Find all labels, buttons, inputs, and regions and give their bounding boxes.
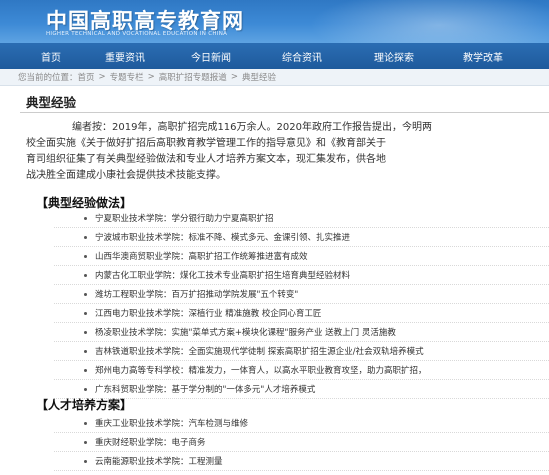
bullet-icon xyxy=(84,368,87,372)
bullet-icon xyxy=(84,235,87,239)
list-item-link[interactable]: 杨凌职业技术学院：实施"菜单式方案+模块化课程"服务产业 送教上门 灵活施教 xyxy=(95,326,396,338)
list-item-link[interactable]: 宁夏职业技术学院：学分银行助力宁夏高职扩招 xyxy=(95,212,274,224)
editor-note-line: 编者按：2019年，高职扩招完成116万余人。2020年政府工作报告提出，今明两 xyxy=(72,122,432,133)
list-item-link[interactable]: 宁波城市职业技术学院：标准不降、模式多元、金课引领、扎实推进 xyxy=(95,231,350,243)
bullet-icon xyxy=(84,440,87,444)
list-item-link[interactable]: 内蒙古化工职业学院：煤化工技术专业高职扩招生培育典型经验材料 xyxy=(95,269,350,281)
site-logo-subtitle: HIGHER TECHNICAL AND VOCATIONAL EDUCATIO… xyxy=(46,31,228,37)
list-item[interactable]: 郑州电力高等专科学校：精准发力，一体育人，以高水平职业教育攻坚，助力高职扩招， xyxy=(54,361,549,380)
breadcrumb-expansion-reports[interactable]: 高职扩招专题报道 xyxy=(159,71,227,83)
list-item[interactable]: 杨凌职业技术学院：实施"菜单式方案+模块化课程"服务产业 送教上门 灵活施教 xyxy=(54,323,549,342)
list-item[interactable]: 吉林铁道职业技术学院：全面实施现代学徒制 探索高职扩招生源企业/社会双轨培养模式 xyxy=(54,342,549,361)
editor-note-line: 校全面实施《关于做好扩招后高职教育教学管理工作的指导意见》和《教育部关于 xyxy=(26,138,386,149)
breadcrumb-typical-experience[interactable]: 典型经验 xyxy=(242,71,276,83)
editor-note: 编者按：2019年，高职扩招完成116万余人。2020年政府工作报告提出，今明两… xyxy=(26,120,549,184)
nav-item-home[interactable]: 首页 xyxy=(41,43,61,69)
nav-item-theory[interactable]: 理论探索 xyxy=(374,43,414,69)
bullet-icon xyxy=(84,311,87,315)
nav-item-important-news[interactable]: 重要资讯 xyxy=(105,43,145,69)
banner-glow xyxy=(309,0,549,43)
editor-note-line: 战决胜全面建成小康社会提供技术技能支撑。 xyxy=(26,170,226,181)
list-item-link[interactable]: 江西电力职业技术学院：深植行业 精准施教 校企同心育工匠 xyxy=(95,307,321,319)
breadcrumb-separator: > xyxy=(147,72,155,82)
list-item-link[interactable]: 云南能源职业技术学院：工程测量 xyxy=(95,455,223,467)
typical-practices-list: 宁夏职业技术学院：学分银行助力宁夏高职扩招 宁波城市职业技术学院：标准不降、模式… xyxy=(54,209,549,399)
site-banner: 中国高职高专教育网 HIGHER TECHNICAL AND VOCATIONA… xyxy=(0,0,549,43)
main-nav: 首页 重要资讯 今日新闻 综合资讯 理论探索 教学改革 xyxy=(0,43,549,69)
breadcrumb-prefix: 您当前的位置： xyxy=(18,73,78,83)
list-item-link[interactable]: 吉林铁道职业技术学院：全面实施现代学徒制 探索高职扩招生源企业/社会双轨培养模式 xyxy=(95,345,424,357)
list-item[interactable]: 江西电力职业技术学院：深植行业 精准施教 校企同心育工匠 xyxy=(54,304,549,323)
bullet-icon xyxy=(84,459,87,463)
nav-item-teaching-reform[interactable]: 教学改革 xyxy=(463,43,503,69)
breadcrumb-separator: > xyxy=(230,72,238,82)
nav-item-today-news[interactable]: 今日新闻 xyxy=(191,43,231,69)
bullet-icon xyxy=(84,273,87,277)
breadcrumb: 您当前的位置： 首页 > 专题专栏 > 高职扩招专题报道 > 典型经验 xyxy=(0,69,549,86)
list-item-link[interactable]: 重庆工业职业技术学院：汽车检测与维修 xyxy=(95,417,248,429)
list-item[interactable]: 宁波城市职业技术学院：标准不降、模式多元、金课引领、扎实推进 xyxy=(54,228,549,247)
breadcrumb-home[interactable]: 首页 xyxy=(78,71,95,83)
list-item-link[interactable]: 重庆财经职业学院：电子商务 xyxy=(95,436,206,448)
list-item[interactable]: 重庆财经职业学院：电子商务 xyxy=(54,433,549,452)
list-item[interactable]: 内蒙古化工职业学院：煤化工技术专业高职扩招生培育典型经验材料 xyxy=(54,266,549,285)
list-item[interactable]: 重庆工业职业技术学院：汽车检测与维修 xyxy=(54,414,549,433)
bullet-icon xyxy=(84,421,87,425)
list-item[interactable]: 潍坊工程职业学院：百万扩招推动学院发展"五个转变" xyxy=(54,285,549,304)
list-item-link[interactable]: 山西华澳商贸职业学院：高职扩招工作统筹推进富有成效 xyxy=(95,250,308,262)
list-item[interactable]: 云南能源职业技术学院：工程测量 xyxy=(54,452,549,471)
bullet-icon xyxy=(84,330,87,334)
list-item-link[interactable]: 潍坊工程职业学院：百万扩招推动学院发展"五个转变" xyxy=(95,288,298,300)
talent-plans-list: 重庆工业职业技术学院：汽车检测与维修 重庆财经职业学院：电子商务 云南能源职业技… xyxy=(54,414,549,471)
list-item[interactable]: 宁夏职业技术学院：学分银行助力宁夏高职扩招 xyxy=(54,209,549,228)
list-item-link[interactable]: 郑州电力高等专科学校：精准发力，一体育人，以高水平职业教育攻坚，助力高职扩招， xyxy=(95,364,427,376)
editor-note-line: 育司组织征集了有关典型经验做法和专业人才培养方案文本，现汇集发布，供各地 xyxy=(26,154,386,165)
title-divider xyxy=(20,112,549,113)
page-title: 典型经验 xyxy=(26,95,77,110)
bullet-icon xyxy=(84,292,87,296)
bullet-icon xyxy=(84,349,87,353)
list-item[interactable]: 山西华澳商贸职业学院：高职扩招工作统筹推进富有成效 xyxy=(54,247,549,266)
bullet-icon xyxy=(84,387,87,391)
nav-item-general-news[interactable]: 综合资讯 xyxy=(282,43,322,69)
bullet-icon xyxy=(84,254,87,258)
bullet-icon xyxy=(84,216,87,220)
list-item-link[interactable]: 广东科贸职业学院：基于学分制的"一体多元"人才培养模式 xyxy=(95,383,315,395)
breadcrumb-separator: > xyxy=(98,72,106,82)
section-heading-talent-plans: 【人才培养方案】 xyxy=(36,398,133,412)
breadcrumb-special-topics[interactable]: 专题专栏 xyxy=(110,71,144,83)
